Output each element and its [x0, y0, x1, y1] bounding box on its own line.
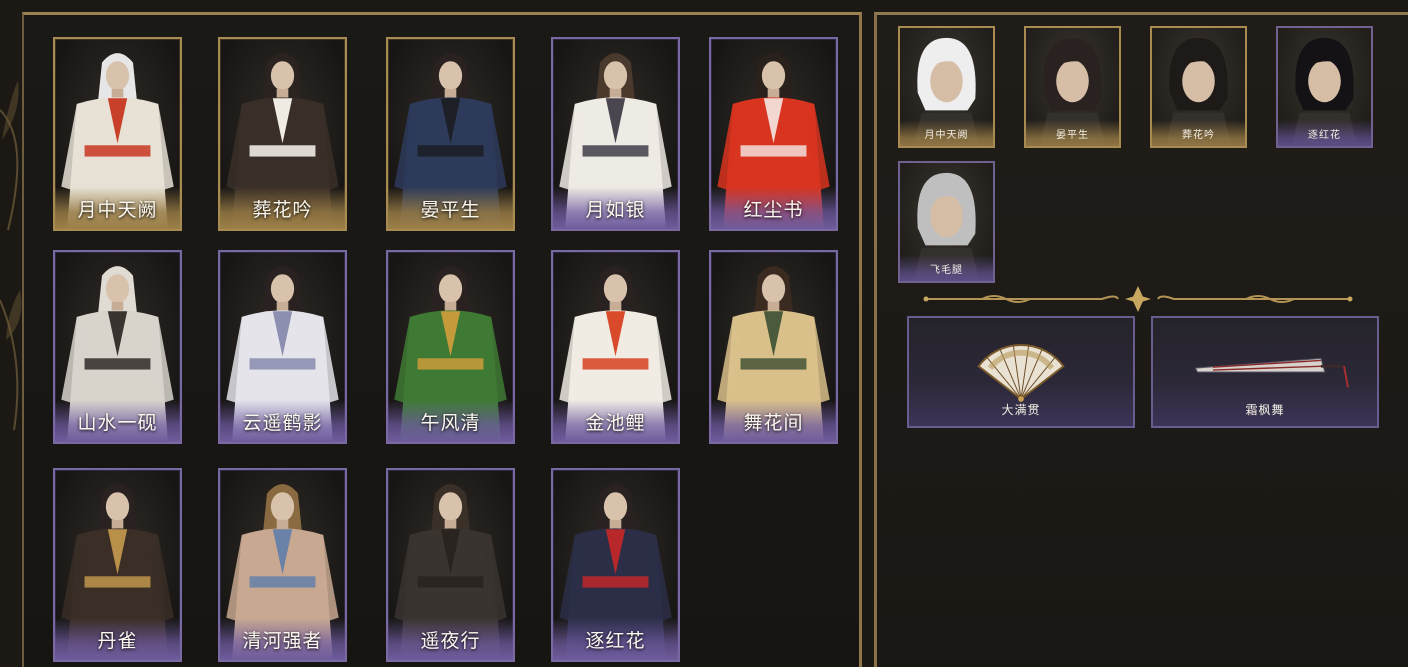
- outfit-name: 葬花吟: [220, 187, 345, 229]
- outfit-name: 晏平生: [388, 187, 513, 229]
- hairstyle-card[interactable]: 葬花吟: [1150, 26, 1247, 148]
- outfit-card[interactable]: 丹雀: [53, 468, 182, 662]
- outfit-card[interactable]: 晏平生: [386, 37, 515, 231]
- outfit-card[interactable]: 遥夜行: [386, 468, 515, 662]
- outfit-card[interactable]: 逐红花: [551, 468, 680, 662]
- weapon-name: 大满贯: [1001, 403, 1041, 417]
- outfit-card[interactable]: 红尘书: [709, 37, 838, 231]
- ornament-divider: [923, 286, 1353, 312]
- outfit-card[interactable]: 云遥鹤影: [218, 250, 347, 444]
- outfit-card[interactable]: 山水一砚: [53, 250, 182, 444]
- outfit-name: 舞花间: [711, 400, 836, 442]
- outfit-name: 丹雀: [55, 618, 180, 660]
- outfit-name: 山水一砚: [55, 400, 180, 442]
- weapon-name: 霜枫舞: [1245, 403, 1285, 417]
- outfit-card[interactable]: 清河强者: [218, 468, 347, 662]
- hairstyle-name: 晏平生: [1026, 120, 1119, 146]
- outfit-name: 月如银: [553, 187, 678, 229]
- outfit-name: 午风清: [388, 400, 513, 442]
- outfit-name: 云遥鹤影: [220, 400, 345, 442]
- outfit-name: 清河强者: [220, 618, 345, 660]
- outfit-card[interactable]: 午风清: [386, 250, 515, 444]
- outfit-card[interactable]: 金池鲤: [551, 250, 680, 444]
- hairstyle-card[interactable]: 飞毛腿: [898, 161, 995, 283]
- weapon-card[interactable]: 大满贯: [907, 316, 1135, 428]
- hairstyle-name: 逐红花: [1278, 120, 1371, 146]
- hairstyle-card[interactable]: 月中天阙: [898, 26, 995, 148]
- outfit-card[interactable]: 葬花吟: [218, 37, 347, 231]
- outfit-name: 金池鲤: [553, 400, 678, 442]
- hairstyle-name: 飞毛腿: [900, 255, 993, 281]
- hairstyle-card[interactable]: 晏平生: [1024, 26, 1121, 148]
- weapon-card[interactable]: 霜枫舞: [1151, 316, 1379, 428]
- outfit-name: 逐红花: [553, 618, 678, 660]
- outfit-card[interactable]: 舞花间: [709, 250, 838, 444]
- hairstyle-name: 葬花吟: [1152, 120, 1245, 146]
- outfit-name: 遥夜行: [388, 618, 513, 660]
- hairstyle-name: 月中天阙: [900, 120, 993, 146]
- outfit-name: 月中天阙: [55, 187, 180, 229]
- outfit-name: 红尘书: [711, 187, 836, 229]
- hairstyle-card[interactable]: 逐红花: [1276, 26, 1373, 148]
- outfit-card[interactable]: 月如银: [551, 37, 680, 231]
- outfit-card[interactable]: 月中天阙: [53, 37, 182, 231]
